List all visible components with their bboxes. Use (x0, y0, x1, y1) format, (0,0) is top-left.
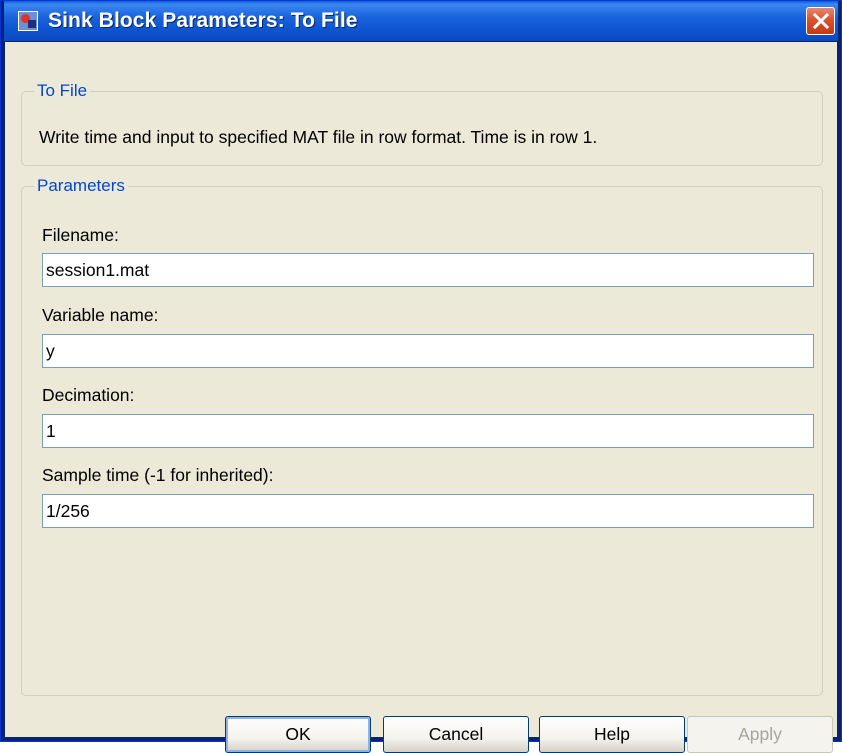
help-button[interactable]: Help (539, 716, 685, 753)
title-bar[interactable]: Sink Block Parameters: To File (4, 1, 838, 41)
sample-time-input[interactable] (42, 494, 814, 528)
variable-name-input[interactable] (42, 334, 814, 368)
ok-button[interactable]: OK (225, 716, 371, 753)
filename-input[interactable] (42, 253, 814, 287)
block-description-group: To File Write time and input to specifie… (21, 81, 823, 166)
parameters-group: Parameters Filename: Variable name: Deci… (21, 176, 823, 696)
decimation-input[interactable] (42, 414, 814, 448)
block-description-text: Write time and input to specified MAT fi… (39, 127, 598, 147)
decimation-label: Decimation: (42, 385, 135, 405)
apply-button[interactable]: Apply (687, 716, 833, 753)
window-title: Sink Block Parameters: To File (48, 9, 358, 32)
block-description-legend: To File (34, 81, 91, 101)
sample-time-label: Sample time (-1 for inherited): (42, 465, 274, 485)
filename-label: Filename: (42, 225, 119, 245)
parameters-legend: Parameters (34, 176, 128, 196)
cancel-button[interactable]: Cancel (383, 716, 529, 753)
close-icon (812, 13, 829, 29)
close-button[interactable] (806, 7, 835, 35)
dialog-body: To File Write time and input to specifie… (5, 42, 837, 753)
variable-name-label: Variable name: (42, 305, 159, 325)
simulink-block-icon (18, 11, 38, 31)
dialog-window: Sink Block Parameters: To File To File W… (0, 0, 842, 753)
